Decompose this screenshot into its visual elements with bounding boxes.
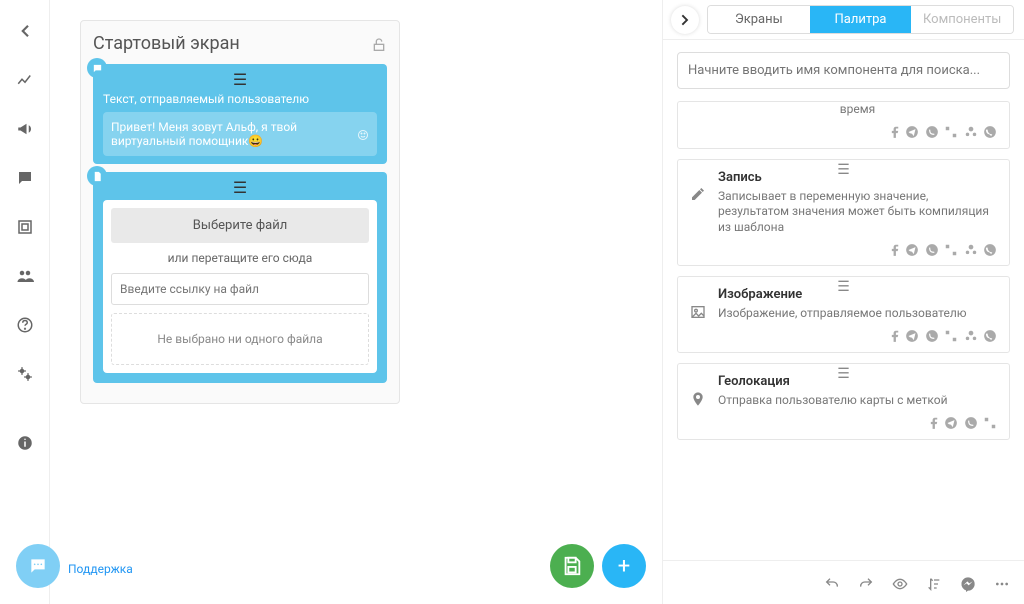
pencil-icon bbox=[690, 184, 706, 203]
help-icon[interactable] bbox=[16, 314, 34, 335]
component-desc: Отправка пользователю карты с меткой bbox=[718, 393, 997, 409]
emoji-icon[interactable] bbox=[357, 127, 369, 141]
component-list: время ☰ Запись Записывает в переменную з… bbox=[663, 101, 1024, 560]
back-icon[interactable] bbox=[16, 20, 34, 41]
more-icon[interactable] bbox=[994, 573, 1010, 592]
drag-handle-icon[interactable]: ☰ bbox=[837, 279, 850, 295]
file-dropzone: Выберите файл или перетащите его сюда Не… bbox=[103, 200, 377, 373]
preview-icon[interactable] bbox=[892, 573, 908, 592]
comment-icon bbox=[87, 58, 107, 78]
settings-icon[interactable] bbox=[16, 363, 34, 384]
component-desc: Записывает в переменную значение, резуль… bbox=[718, 189, 997, 236]
right-panel: Экраны Палитра Компоненты время ☰ Запись… bbox=[662, 0, 1024, 604]
component-item[interactable]: время bbox=[677, 101, 1010, 149]
drag-handle-icon[interactable]: ☰ bbox=[837, 162, 850, 178]
file-url-input[interactable] bbox=[111, 273, 369, 305]
support-link[interactable]: Поддержка bbox=[68, 562, 133, 576]
drag-handle-icon[interactable]: ☰ bbox=[837, 366, 850, 382]
tab-screens[interactable]: Экраны bbox=[708, 6, 810, 33]
component-title: Геолокация bbox=[718, 374, 997, 389]
chat-icon[interactable] bbox=[16, 167, 34, 188]
screen-title: Стартовый экран bbox=[93, 33, 240, 54]
text-block[interactable]: ☰ Текст, отправляемый пользователю Приве… bbox=[93, 64, 387, 164]
drag-handle-icon[interactable]: ☰ bbox=[103, 72, 377, 88]
component-item[interactable]: ☰ Запись Записывает в переменную значени… bbox=[677, 159, 1010, 267]
redo-icon[interactable] bbox=[858, 573, 874, 592]
support-chat-button[interactable] bbox=[16, 544, 60, 588]
networks-icons bbox=[718, 241, 997, 257]
unlock-icon[interactable] bbox=[371, 34, 387, 53]
image-icon bbox=[690, 301, 706, 320]
panel-toolbar bbox=[663, 560, 1024, 604]
panel-tabs: Экраны Палитра Компоненты bbox=[707, 5, 1014, 34]
choose-file-button[interactable]: Выберите файл bbox=[111, 208, 369, 243]
component-desc: Изображение, отправляемое пользователю bbox=[718, 306, 997, 322]
networks-icons bbox=[718, 124, 997, 140]
file-empty-label: Не выбрано ни одного файла bbox=[111, 313, 369, 365]
message-preview[interactable]: Привет! Меня зовут Альф, я твой виртуаль… bbox=[103, 112, 377, 156]
file-icon bbox=[87, 166, 107, 186]
messenger-icon[interactable] bbox=[960, 573, 976, 592]
tab-components[interactable]: Компоненты bbox=[911, 6, 1013, 33]
file-block[interactable]: ☰ Выберите файл или перетащите его сюда … bbox=[93, 172, 387, 383]
component-search-input[interactable] bbox=[677, 52, 1010, 89]
add-button[interactable]: + bbox=[602, 544, 646, 588]
drag-handle-icon[interactable]: ☰ bbox=[103, 180, 377, 196]
tab-palette[interactable]: Палитра bbox=[810, 6, 912, 33]
broadcast-icon[interactable] bbox=[16, 118, 34, 139]
pin-icon bbox=[690, 388, 706, 407]
screen-card[interactable]: Стартовый экран ☰ Текст, отправляемый по… bbox=[80, 20, 400, 404]
drop-hint: или перетащите его сюда bbox=[111, 251, 369, 265]
block-label: Текст, отправляемый пользователю bbox=[103, 92, 377, 106]
networks-icons bbox=[718, 415, 997, 431]
nav-sidebar bbox=[0, 0, 50, 604]
undo-icon[interactable] bbox=[824, 573, 840, 592]
component-title: Запись bbox=[718, 170, 997, 185]
networks-icons bbox=[718, 328, 997, 344]
component-item[interactable]: ☰ Изображение Изображение, отправляемое … bbox=[677, 276, 1010, 353]
save-button[interactable] bbox=[550, 544, 594, 588]
info-icon[interactable] bbox=[16, 432, 34, 453]
users-icon[interactable] bbox=[16, 265, 34, 286]
stats-icon[interactable] bbox=[16, 69, 34, 90]
component-title: Изображение bbox=[718, 287, 997, 302]
sort-icon[interactable] bbox=[926, 573, 942, 592]
component-item[interactable]: ☰ Геолокация Отправка пользователю карты… bbox=[677, 363, 1010, 440]
group-select-icon[interactable] bbox=[16, 216, 34, 237]
collapse-panel-button[interactable] bbox=[671, 6, 699, 34]
canvas-area: Стартовый экран ☰ Текст, отправляемый по… bbox=[50, 0, 662, 604]
